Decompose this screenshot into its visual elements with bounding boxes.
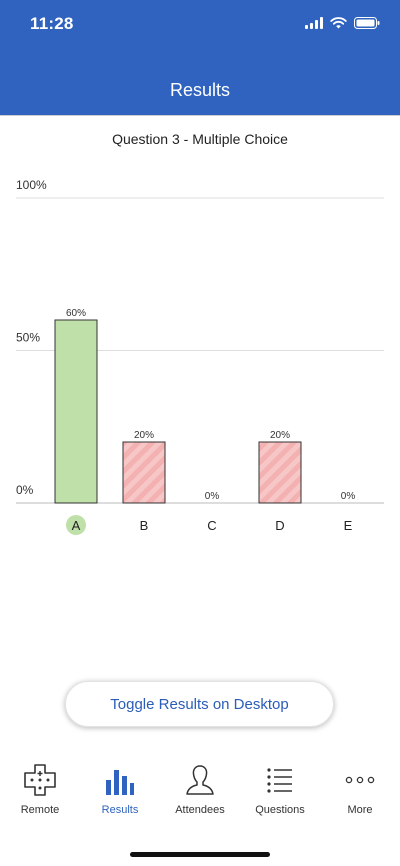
battery-icon bbox=[354, 17, 380, 29]
tab-label: Remote bbox=[20, 804, 60, 816]
header-divider bbox=[0, 115, 400, 116]
data-label: 20% bbox=[270, 430, 290, 441]
x-tick-label: C bbox=[207, 518, 216, 533]
home-indicator bbox=[130, 852, 270, 857]
x-tick-label: A bbox=[72, 518, 81, 533]
tab-bar: Remote Results Attendees Questions More bbox=[0, 752, 400, 832]
tab-label: Attendees bbox=[175, 804, 225, 816]
y-tick-label: 50% bbox=[16, 331, 40, 345]
page-title: Results bbox=[169, 80, 231, 100]
tab-label: Questions bbox=[255, 804, 305, 816]
data-label: 60% bbox=[66, 308, 86, 319]
tab-remote[interactable]: Remote bbox=[0, 752, 80, 832]
tab-label: Results bbox=[101, 804, 139, 816]
remote-icon bbox=[20, 764, 60, 796]
attendees-icon bbox=[180, 764, 220, 796]
chart-title: Question 3 - Multiple Choice bbox=[112, 131, 288, 147]
x-tick-label: B bbox=[140, 518, 149, 533]
data-label: 0% bbox=[205, 491, 220, 502]
bar-d bbox=[258, 441, 302, 504]
signal-icon bbox=[305, 17, 323, 29]
y-tick-label: 0% bbox=[16, 483, 34, 497]
tab-more[interactable]: More bbox=[320, 752, 400, 832]
more-icon bbox=[340, 764, 380, 796]
data-label: 0% bbox=[341, 491, 356, 502]
results-bar-chart: 0% 50% 100% 60% A 20% B 0% C 20% D 0% E bbox=[16, 178, 384, 535]
tab-results[interactable]: Results bbox=[80, 752, 160, 832]
questions-icon bbox=[260, 764, 300, 796]
bar-a bbox=[54, 319, 98, 504]
x-tick-label: D bbox=[275, 518, 284, 533]
status-time: 11:28 bbox=[30, 14, 74, 33]
wifi-icon bbox=[330, 17, 347, 29]
app-header: 11:28 Results bbox=[0, 0, 400, 115]
results-icon bbox=[100, 764, 140, 796]
data-label: 20% bbox=[134, 430, 154, 441]
toggle-results-button[interactable]: Toggle Results on Desktop bbox=[65, 681, 334, 727]
y-tick-label: 100% bbox=[16, 178, 47, 192]
tab-label: More bbox=[347, 804, 373, 816]
bar-b bbox=[122, 441, 166, 504]
tab-attendees[interactable]: Attendees bbox=[160, 752, 240, 832]
status-icons bbox=[305, 16, 380, 30]
x-tick-label: E bbox=[344, 518, 353, 533]
tab-questions[interactable]: Questions bbox=[240, 752, 320, 832]
